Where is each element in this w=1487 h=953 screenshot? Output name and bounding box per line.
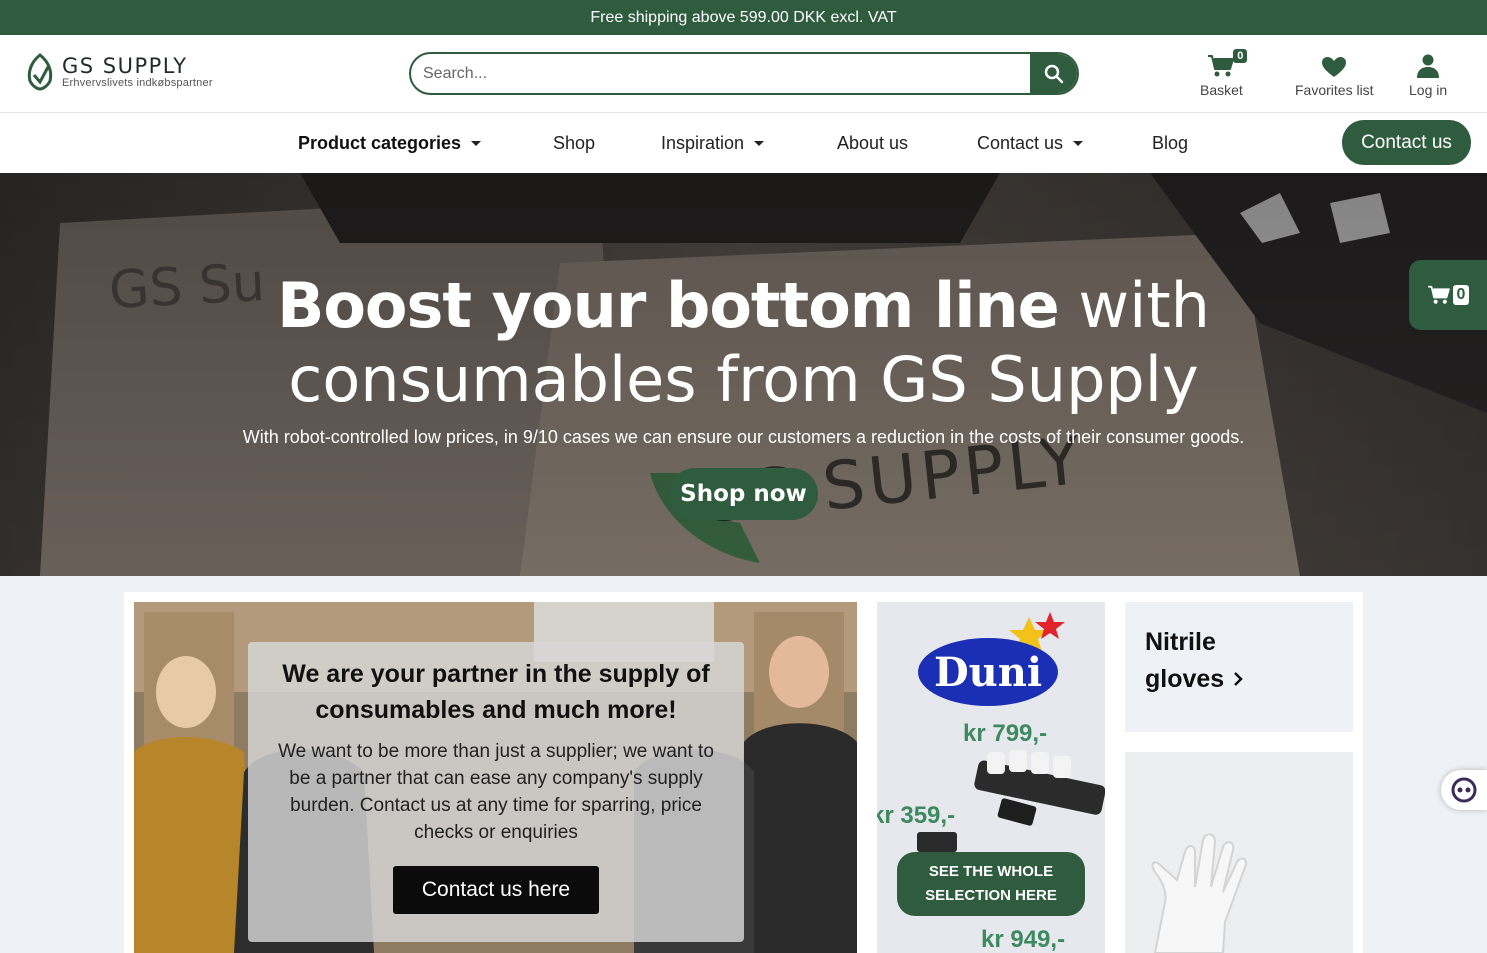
candles-product-image: [917, 750, 1105, 852]
caret-down-icon: [1073, 141, 1084, 146]
nitrile-title-line1: Nitrile: [1145, 628, 1216, 656]
team-card-text: We want to be more than just a supplier;…: [278, 741, 714, 843]
shop-now-button[interactable]: Shop now: [669, 468, 818, 520]
search-bar: [409, 52, 1079, 95]
see-selection-button[interactable]: SEE THE WHOLE SELECTION HERE: [897, 852, 1085, 916]
floating-cart-count: 0: [1452, 285, 1470, 305]
nav-label: About us: [837, 133, 909, 153]
basket-label: Basket: [1200, 82, 1243, 98]
hero-subtitle: With robot-controlled low prices, in 9/1…: [242, 427, 1245, 447]
floating-cart-button[interactable]: 0: [1409, 260, 1487, 330]
nav-inspiration[interactable]: Inspiration: [661, 133, 765, 154]
gloves-product-image[interactable]: [1125, 752, 1353, 953]
nav-blog[interactable]: Blog: [1152, 133, 1188, 154]
nav-label: Inspiration: [661, 133, 745, 153]
login-button[interactable]: Log in: [1409, 50, 1447, 98]
basket-count-badge: 0: [1233, 49, 1248, 63]
team-card-title: We are your partner in the supply of con…: [282, 660, 710, 724]
login-label: Log in: [1409, 82, 1448, 98]
contact-us-here-button[interactable]: Contact us here: [393, 866, 599, 914]
price-label: kr 949,-: [981, 926, 1066, 953]
favorites-button[interactable]: Favorites list: [1295, 50, 1374, 98]
nitrile-title-line2: gloves: [1145, 661, 1333, 698]
nav-label: Blog: [1152, 133, 1189, 153]
price-label: kr 799,-: [963, 720, 1048, 747]
leaf-logo-icon: [27, 53, 53, 91]
nav-product-categories[interactable]: Product categories: [298, 133, 482, 154]
team-promo: We are your partner in the supply of con…: [134, 602, 857, 953]
nav-label: Shop: [553, 133, 596, 153]
heart-icon: [1322, 57, 1347, 77]
cart-icon: [1208, 55, 1235, 77]
nav-shop[interactable]: Shop: [553, 133, 595, 154]
main-nav: Product categories Shop Inspiration Abou…: [0, 113, 1487, 173]
chevron-right-icon: [1234, 672, 1243, 686]
basket-button[interactable]: 0 Basket: [1200, 49, 1248, 98]
chatbot-icon: [1451, 777, 1477, 803]
logo-tagline: Erhvervslivets indkøbspartner: [62, 76, 213, 89]
caret-down-icon: [754, 141, 765, 146]
duni-ad[interactable]: Duni kr 799,- kr 359,- SEE THE WHOLE SEL…: [877, 602, 1105, 953]
hero-title-line2: consumables from GS Supply: [288, 343, 1199, 416]
shipping-banner: Free shipping above 599.00 DKK excl. VAT: [0, 0, 1487, 35]
shipping-banner-text: Free shipping above 599.00 DKK excl. VAT: [590, 8, 897, 26]
search-button[interactable]: [1030, 54, 1077, 93]
hero-title-line1: Boost your bottom line with: [0, 269, 1487, 343]
favorites-label: Favorites list: [1295, 82, 1374, 98]
team-card: We are your partner in the supply of con…: [248, 642, 744, 942]
chat-widget[interactable]: [1441, 770, 1487, 810]
hero-banner: GS Su GS SUPPLY Boost your bottom line w…: [0, 173, 1487, 576]
nav-about-us[interactable]: About us: [837, 133, 908, 154]
hero-title-bold: Boost your bottom line: [277, 269, 1060, 342]
search-input[interactable]: [411, 54, 1030, 93]
nitrile-title-text: gloves: [1145, 665, 1225, 693]
hero-title-rest: with: [1058, 269, 1210, 342]
logo[interactable]: GS SUPPLY Erhvervslivets indkøbspartner: [26, 53, 213, 91]
logo-name: GS SUPPLY: [62, 53, 188, 78]
glove-image: [1125, 752, 1353, 953]
nitrile-gloves-card[interactable]: Nitrile gloves: [1125, 602, 1353, 732]
price-label: kr 359,-: [877, 802, 956, 829]
nav-label: Contact us: [977, 133, 1064, 153]
search-icon: [1044, 64, 1063, 83]
contact-us-button[interactable]: Contact us: [1342, 120, 1471, 165]
caret-down-icon: [471, 141, 482, 146]
duni-brand-text: Duni: [934, 649, 1042, 696]
nav-contact-us[interactable]: Contact us: [977, 133, 1084, 154]
site-header: GS SUPPLY Erhvervslivets indkøbspartner …: [0, 35, 1487, 113]
nav-label: Product categories: [298, 133, 462, 153]
cart-icon: [1427, 285, 1450, 304]
user-icon: [1417, 54, 1440, 78]
